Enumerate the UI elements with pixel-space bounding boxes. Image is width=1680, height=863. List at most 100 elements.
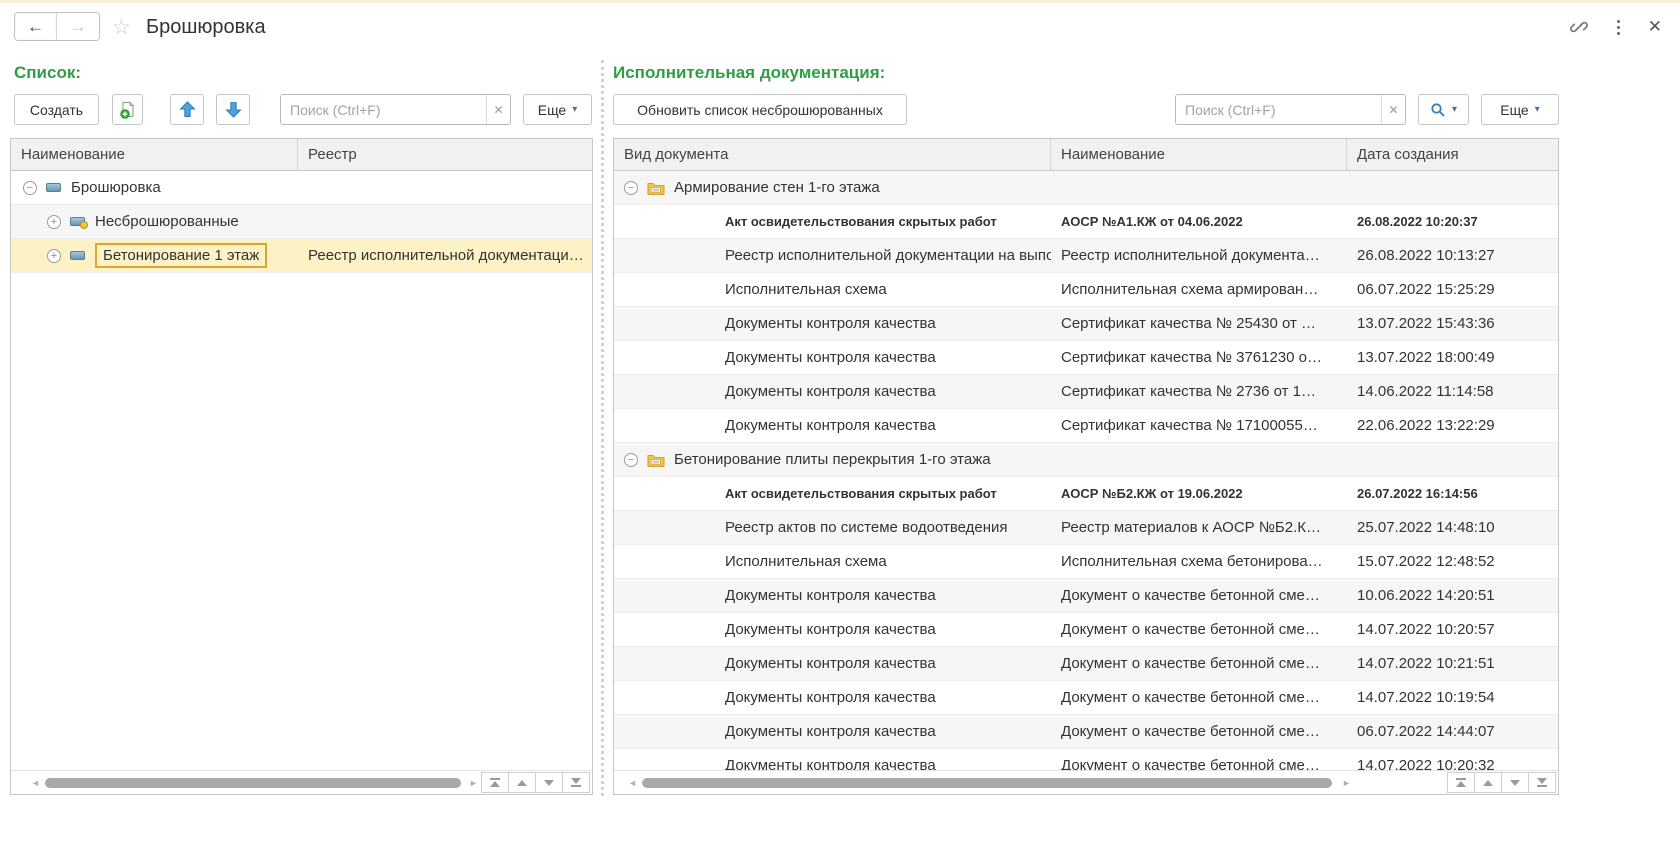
create-from-current-button[interactable] xyxy=(112,94,143,125)
tree-name-cell: + Бетонирование 1 этаж xyxy=(11,239,298,272)
back-button[interactable]: ← xyxy=(15,13,57,40)
right-more-button[interactable]: Еще ▾ xyxy=(1481,94,1559,125)
table-row[interactable]: − Бетонирование плиты перекрытия 1-го эт… xyxy=(614,443,1558,477)
close-icon[interactable]: ✕ xyxy=(1648,17,1662,37)
table-row[interactable]: + Несброшюрованные xyxy=(11,205,592,239)
tree-item-label: Брошюровка xyxy=(71,179,161,196)
right-panel-heading: Исполнительная документация: xyxy=(613,63,885,83)
column-header-name[interactable]: Наименование xyxy=(11,139,298,170)
forward-icon: → xyxy=(70,17,87,37)
more-menu-icon[interactable] xyxy=(1615,18,1622,37)
right-search-input[interactable] xyxy=(1176,95,1381,124)
doc-date-cell xyxy=(1347,443,1558,476)
doc-type-label: Документы контроля качества xyxy=(725,349,936,366)
table-row[interactable]: Документы контроля качества Документ о к… xyxy=(614,579,1558,613)
doc-type-label: Документы контроля качества xyxy=(725,621,936,638)
doc-name-cell: Сертификат качества № 25430 от … xyxy=(1051,307,1347,340)
left-search-clear-icon[interactable]: ✕ xyxy=(486,95,510,124)
doc-date-cell: 26.08.2022 10:20:37 xyxy=(1347,205,1558,238)
doc-date-cell: 13.07.2022 18:00:49 xyxy=(1347,341,1558,374)
go-up-button[interactable] xyxy=(508,772,536,793)
refresh-unbound-button[interactable]: Обновить список несброшюрованных xyxy=(613,94,907,125)
doc-name-cell: Документ о качестве бетонной сме… xyxy=(1051,613,1347,646)
folder-icon xyxy=(647,181,665,195)
expand-icon[interactable]: − xyxy=(624,181,638,195)
doc-type-label: Документы контроля качества xyxy=(725,655,936,672)
doc-type-label: Акт освидетельствования скрытых работ xyxy=(725,214,997,229)
table-row[interactable]: Акт освидетельствования скрытых работ АО… xyxy=(614,477,1558,511)
doc-name-cell: Исполнительная схема армирован… xyxy=(1051,273,1347,306)
expand-icon[interactable]: + xyxy=(47,249,61,263)
column-header-name[interactable]: Наименование xyxy=(1051,139,1347,170)
advanced-search-button[interactable]: ▾ xyxy=(1418,94,1469,125)
table-row[interactable]: Документы контроля качества Сертификат к… xyxy=(614,341,1558,375)
doc-type-label: Документы контроля качества xyxy=(725,315,936,332)
table-row[interactable]: Документы контроля качества Сертификат к… xyxy=(614,375,1558,409)
unsaved-dot-icon xyxy=(80,221,88,229)
hscroll-right-icon[interactable]: ► xyxy=(1342,778,1351,788)
table-row[interactable]: − Брошюровка xyxy=(11,171,592,205)
doc-date-cell: 14.07.2022 10:19:54 xyxy=(1347,681,1558,714)
expand-icon[interactable]: − xyxy=(23,181,37,195)
doc-type-cell: Документы контроля качества xyxy=(614,409,1051,442)
hscroll-thumb[interactable] xyxy=(642,778,1332,788)
left-panel-heading: Список: xyxy=(14,63,81,83)
table-row[interactable]: Документы контроля качества Документ о к… xyxy=(614,715,1558,749)
go-down-button[interactable] xyxy=(535,772,563,793)
left-more-button[interactable]: Еще ▾ xyxy=(523,94,592,125)
table-row[interactable]: Документы контроля качества Документ о к… xyxy=(614,681,1558,715)
favorite-star-icon[interactable]: ☆ xyxy=(112,15,131,40)
table-row[interactable]: Акт освидетельствования скрытых работ АО… xyxy=(614,205,1558,239)
move-down-button[interactable] xyxy=(216,94,250,125)
doc-date-cell: 06.07.2022 15:25:29 xyxy=(1347,273,1558,306)
table-row[interactable]: Исполнительная схема Исполнительная схем… xyxy=(614,273,1558,307)
left-search-input[interactable] xyxy=(281,95,486,124)
forward-button[interactable]: → xyxy=(57,13,99,40)
go-up-button[interactable] xyxy=(1474,772,1502,793)
column-header-registry[interactable]: Реестр xyxy=(298,139,592,170)
go-down-button[interactable] xyxy=(1501,772,1529,793)
create-button[interactable]: Создать xyxy=(14,94,99,125)
move-up-button[interactable] xyxy=(170,94,204,125)
get-link-icon[interactable] xyxy=(1569,17,1589,37)
hscroll-left-icon[interactable]: ◄ xyxy=(628,778,637,788)
right-search-clear-icon[interactable]: ✕ xyxy=(1381,95,1405,124)
right-search-box: ✕ xyxy=(1175,94,1406,125)
table-row[interactable]: + Бетонирование 1 этаж Реестр исполнител… xyxy=(11,239,592,273)
search-icon xyxy=(1430,102,1446,118)
go-bottom-button[interactable] xyxy=(562,772,590,793)
title-bar: ← → ☆ Брошюровка ✕ xyxy=(0,3,1680,48)
list-table: Наименование Реестр − Брошюровка + Несбр… xyxy=(10,138,593,795)
window-actions: ✕ xyxy=(1569,17,1662,37)
go-top-button[interactable] xyxy=(1447,772,1475,793)
doc-date-cell: 13.07.2022 15:43:36 xyxy=(1347,307,1558,340)
column-header-date[interactable]: Дата создания xyxy=(1347,139,1558,170)
table-row[interactable]: Документы контроля качества Сертификат к… xyxy=(614,307,1558,341)
doc-date-cell: 14.06.2022 11:14:58 xyxy=(1347,375,1558,408)
go-top-button[interactable] xyxy=(481,772,509,793)
table-row[interactable]: Реестр актов по системе водоотведения Ре… xyxy=(614,511,1558,545)
hscroll-thumb[interactable] xyxy=(45,778,461,788)
column-header-doc-type[interactable]: Вид документа xyxy=(614,139,1051,170)
hscroll-right-icon[interactable]: ► xyxy=(469,778,478,788)
expand-icon[interactable]: − xyxy=(624,453,638,467)
panel-splitter[interactable] xyxy=(601,60,605,796)
table-row[interactable]: Реестр исполнительной документации на вы… xyxy=(614,239,1558,273)
history-nav: ← → xyxy=(14,12,100,41)
expand-icon[interactable]: + xyxy=(47,215,61,229)
table-row[interactable]: Документы контроля качества Документ о к… xyxy=(614,749,1558,770)
table-row[interactable]: Документы контроля качества Документ о к… xyxy=(614,613,1558,647)
go-bottom-button[interactable] xyxy=(1528,772,1556,793)
table-row[interactable]: − Армирование стен 1-го этажа xyxy=(614,171,1558,205)
documents-table: Вид документа Наименование Дата создания… xyxy=(613,138,1559,795)
table-row[interactable]: Документы контроля качества Сертификат к… xyxy=(614,409,1558,443)
table-row[interactable]: Исполнительная схема Исполнительная схем… xyxy=(614,545,1558,579)
doc-type-label: Документы контроля качества xyxy=(725,587,936,604)
hscroll-left-icon[interactable]: ◄ xyxy=(31,778,40,788)
doc-date-cell: 22.06.2022 13:22:29 xyxy=(1347,409,1558,442)
doc-type-cell: Документы контроля качества xyxy=(614,681,1051,714)
doc-type-cell: Документы контроля качества xyxy=(614,613,1051,646)
documents-table-scroll-strip: ◄ ► xyxy=(614,770,1558,794)
arrow-down-icon xyxy=(225,101,242,118)
table-row[interactable]: Документы контроля качества Документ о к… xyxy=(614,647,1558,681)
